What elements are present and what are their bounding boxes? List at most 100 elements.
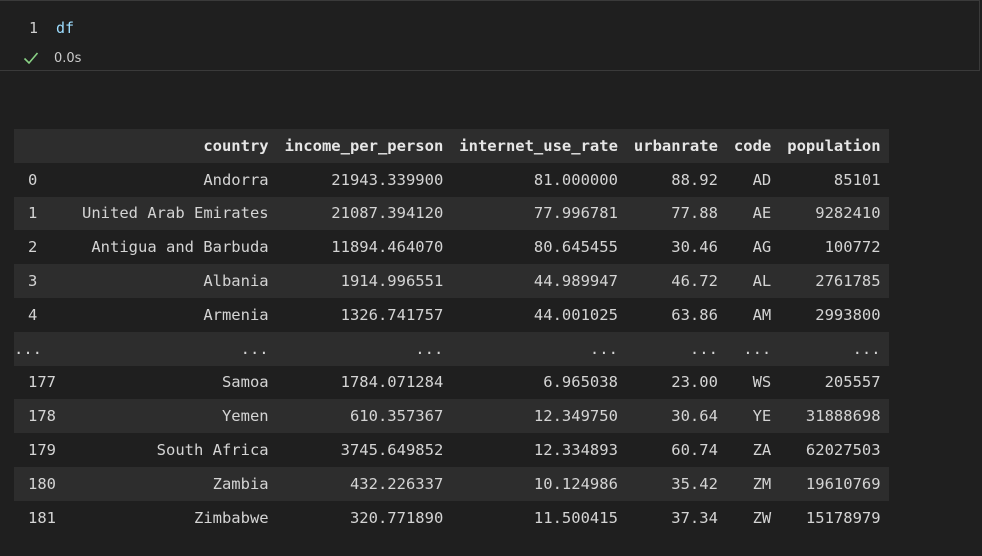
cell-country: Zambia	[212, 474, 269, 493]
cell-urbanrate: 37.34	[671, 508, 718, 527]
table-row: 2 Antigua and Barbuda 11894.464070 80.64545…	[14, 230, 889, 265]
cell-code: AD	[752, 170, 772, 189]
cell-internet-use-rate: 10.124986	[533, 474, 618, 493]
cell-income-per-person: 320.771890	[349, 508, 444, 527]
cell-country: Samoa	[221, 373, 269, 392]
cell-urbanrate: 35.42	[671, 474, 718, 493]
cell-income-per-person: 21087.394120	[331, 204, 444, 223]
cell-country: South Africa	[156, 441, 269, 460]
cell-country: United Arab Emirates	[82, 204, 269, 223]
cell-code: ...	[743, 339, 772, 358]
table-row: .....................	[14, 331, 889, 366]
row-index: ...	[14, 339, 42, 358]
table-row: 178 Yemen 610.357367 12.349750 30.64 YE 318886…	[14, 399, 889, 434]
cell-internet-use-rate: ...	[589, 339, 618, 358]
cell-urbanrate: 30.64	[671, 407, 718, 426]
cell-income-per-person: 3745.649852	[340, 441, 444, 460]
cell-urbanrate: 60.74	[671, 441, 718, 460]
cell-population: 85101	[833, 170, 881, 189]
cell-code: AL	[752, 272, 772, 291]
cell-income-per-person: 432.226337	[349, 474, 444, 493]
cell-code: AE	[752, 204, 772, 223]
cell-country: ...	[240, 339, 269, 358]
cell-internet-use-rate: 6.965038	[543, 373, 618, 392]
table-body: 0 Andorra 21943.339900 81.000000 88.92 AD 8510…	[14, 162, 889, 535]
table-row: 4 Armenia 1326.741757 44.001025 63.86 AM 29938…	[14, 297, 889, 332]
cell-country: Yemen	[221, 407, 269, 426]
row-index: 181	[28, 508, 56, 527]
cell-population: 62027503	[805, 441, 881, 460]
cell-urbanrate: 30.46	[671, 238, 718, 257]
cell-income-per-person: 1784.071284	[340, 373, 444, 392]
dataframe-table: country income_per_person internet_use_r…	[14, 129, 889, 535]
cell-country: Antigua and Barbuda	[91, 238, 269, 257]
row-index: 177	[28, 373, 56, 392]
cell-population: 2761785	[815, 272, 881, 291]
table-row: 3 Albania 1914.996551 44.989947 46.72 AL 27617…	[14, 264, 889, 298]
cell-urbanrate: ...	[689, 339, 718, 358]
cell-income-per-person: 1326.741757	[340, 305, 444, 324]
row-index: 1	[28, 204, 38, 223]
table-row: 0 Andorra 21943.339900 81.000000 88.92 AD 8510…	[14, 162, 889, 197]
cell-code: ZM	[752, 474, 772, 493]
cell-income-per-person: 11894.464070	[331, 238, 444, 257]
cell-income-per-person: ...	[415, 339, 444, 358]
cell-code: AG	[752, 238, 772, 257]
table-row: 180 Zambia 432.226337 10.124986 35.42 ZM 19610…	[14, 466, 889, 501]
cell-population: 19610769	[805, 474, 881, 493]
cell-code: AM	[752, 305, 772, 324]
column-header: code	[733, 136, 772, 155]
cell-code: ZW	[752, 508, 772, 527]
cell-population: 15178979	[805, 508, 881, 527]
cell-income-per-person: 610.357367	[349, 407, 444, 426]
column-header: urbanrate	[633, 136, 718, 155]
cell-internet-use-rate: 80.645455	[533, 238, 618, 257]
cell-population: 205557	[824, 373, 881, 392]
cell-urbanrate: 77.88	[671, 204, 718, 223]
table-header-row: country income_per_person internet_use_r…	[14, 129, 889, 163]
cell-output: country income_per_person internet_use_r…	[14, 129, 889, 535]
row-index: 179	[28, 441, 56, 460]
column-header: country	[203, 136, 269, 155]
cell-internet-use-rate: 12.349750	[533, 407, 618, 426]
code-text[interactable]: df	[56, 19, 74, 37]
column-header: internet_use_rate	[459, 136, 618, 155]
cell-country: Andorra	[203, 170, 269, 189]
cell-population: 100772	[824, 238, 881, 257]
row-index: 180	[28, 474, 56, 493]
table-row: 181 Zimbabwe 320.771890 11.500415 37.34 ZW 151…	[14, 500, 889, 535]
table-row: 177 Samoa 1784.071284 6.965038 23.00 WS 205557	[14, 365, 889, 400]
cell-population: 9282410	[815, 204, 881, 223]
cell-internet-use-rate: 77.996781	[533, 204, 618, 223]
cell-country: Zimbabwe	[193, 508, 269, 527]
column-header: income_per_person	[284, 136, 444, 155]
cell-code: WS	[752, 373, 772, 392]
cell-internet-use-rate: 12.334893	[533, 441, 618, 460]
cell-population: 31888698	[805, 407, 881, 426]
execution-status: 0.0s	[22, 47, 81, 69]
execution-time: 0.0s	[54, 50, 82, 66]
cell-population: 2993800	[815, 305, 881, 324]
cell-code: ZA	[752, 441, 772, 460]
cell-income-per-person: 21943.339900	[331, 170, 444, 189]
cell-urbanrate: 23.00	[671, 373, 718, 392]
cell-internet-use-rate: 44.001025	[533, 305, 618, 324]
cell-urbanrate: 46.72	[671, 272, 718, 291]
check-icon	[23, 52, 39, 65]
cell-population: ...	[852, 339, 881, 358]
code-line[interactable]: 1 df	[0, 17, 74, 39]
cell-income-per-person: 1914.996551	[340, 272, 444, 291]
cell-code: YE	[752, 407, 772, 426]
cell-internet-use-rate: 11.500415	[533, 508, 618, 527]
row-index: 0	[28, 170, 38, 189]
cell-urbanrate: 63.86	[671, 305, 718, 324]
cell-internet-use-rate: 44.989947	[533, 272, 618, 291]
cell-urbanrate: 88.92	[671, 170, 718, 189]
line-number: 1	[28, 19, 38, 37]
row-index: 4	[28, 305, 38, 324]
column-header: population	[787, 136, 881, 155]
table-row: 179 South Africa 3745.649852 12.334893 60.74…	[14, 433, 889, 467]
row-index: 178	[28, 407, 56, 426]
row-index: 3	[28, 272, 38, 291]
code-cell-input[interactable]: 1 df 0.0s	[0, 0, 980, 71]
